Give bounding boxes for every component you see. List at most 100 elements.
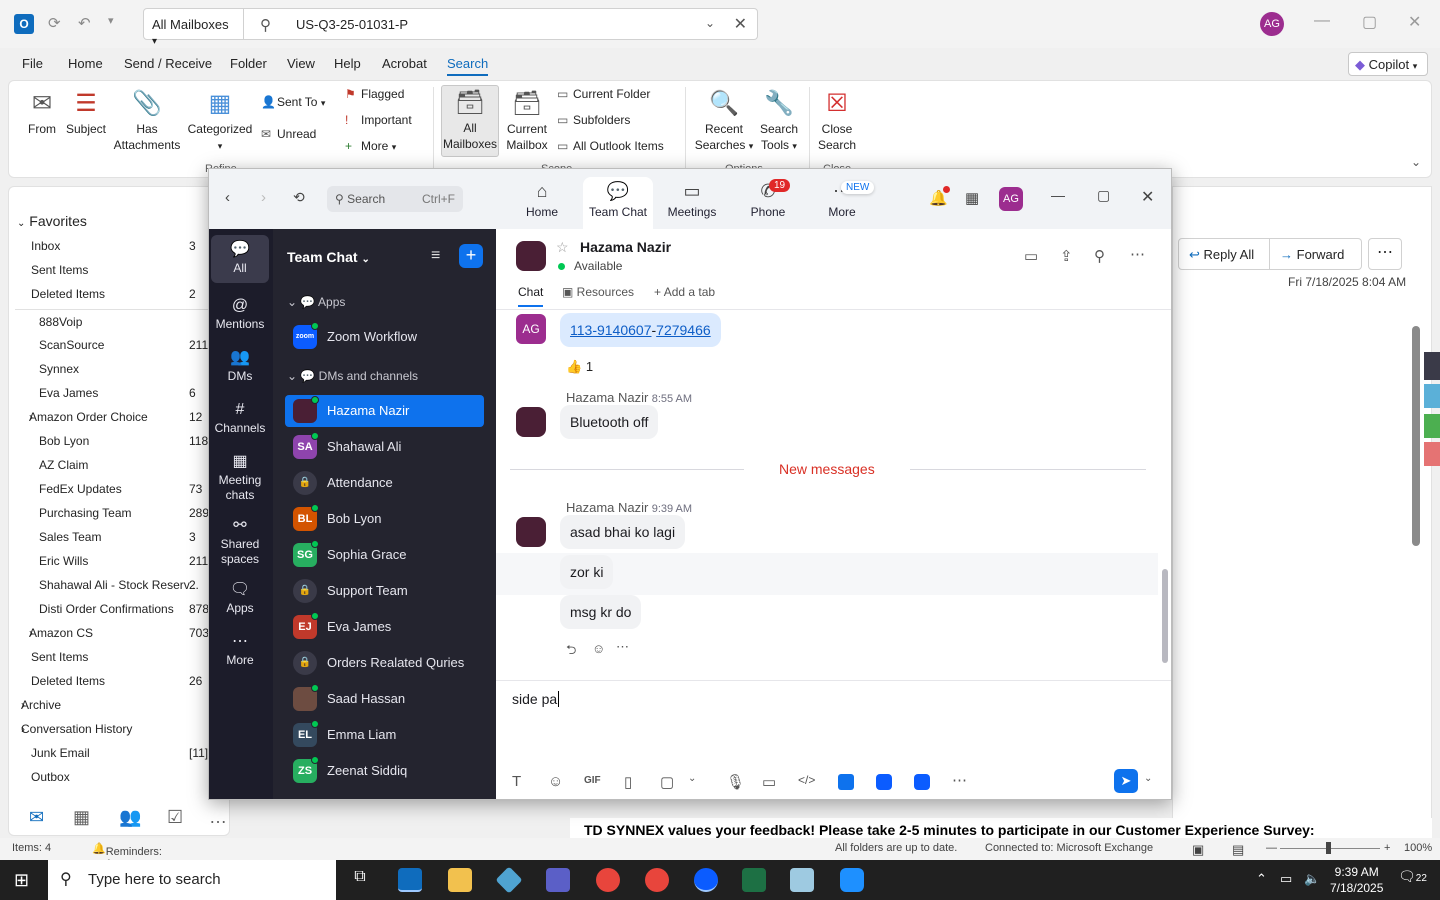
forward-button[interactable]: → Forward xyxy=(1270,238,1362,270)
tab-home[interactable]: Home xyxy=(68,56,103,71)
subject-button[interactable]: ☰ Subject xyxy=(65,87,107,137)
phone-link[interactable]: 7279466 xyxy=(656,322,711,338)
search-tools-button[interactable]: 🔧 Search Tools ▾ xyxy=(757,87,801,154)
send-button[interactable]: ➤ xyxy=(1114,769,1138,793)
folder-item[interactable]: 888Voip xyxy=(39,315,82,329)
share-screen-icon[interactable]: ⇪ xyxy=(1060,247,1073,265)
sent-to-button[interactable]: 👤Sent To ▾ xyxy=(261,95,325,109)
zoom-app-icon[interactable] xyxy=(694,868,718,892)
folder-item[interactable]: Sent Items xyxy=(31,650,88,664)
folder-item[interactable]: AZ Claim xyxy=(39,458,88,472)
maximize-icon[interactable]: ▢ xyxy=(1097,187,1110,204)
video-message-icon[interactable]: ▭ xyxy=(762,773,776,791)
sidebar-item-shared-spaces[interactable]: ⚯ Shared spaces xyxy=(211,511,269,566)
from-button[interactable]: ✉ From xyxy=(23,87,61,137)
microphone-icon[interactable]: 🎙 xyxy=(726,773,745,791)
current-folder-button[interactable]: ▭ Current Folder xyxy=(557,87,650,101)
tab-file[interactable]: File xyxy=(22,56,43,71)
expand-chevron-icon[interactable]: › xyxy=(21,722,25,736)
reaction[interactable]: 👍 1 xyxy=(566,359,593,375)
chat-scrollbar[interactable] xyxy=(1162,569,1168,663)
nav-team-chat[interactable]: 💬 Team Chat xyxy=(583,177,653,229)
zoom-slider-thumb[interactable] xyxy=(1326,842,1331,854)
contact-item[interactable]: 🔒 Support Team xyxy=(285,575,484,607)
file-icon[interactable]: ▯ xyxy=(624,773,632,791)
volume-icon[interactable]: 🔈 xyxy=(1304,871,1320,887)
mail-icon[interactable]: ✉ xyxy=(29,807,44,828)
app-shortcut-icon[interactable] xyxy=(914,774,930,790)
contact-item[interactable]: SG Sophia Grace xyxy=(285,539,484,571)
close-search-button[interactable]: ☒ Close Search xyxy=(815,87,859,153)
search-input[interactable]: US-Q3-25-01031-P xyxy=(296,17,408,32)
folder-item[interactable]: FedEx Updates xyxy=(39,482,122,496)
normal-view-icon[interactable]: ▣ xyxy=(1192,842,1204,858)
mailbox-scope-dropdown[interactable]: All Mailboxes ▾ xyxy=(143,8,244,47)
subfolders-button[interactable]: ▭ Subfolders xyxy=(557,113,630,127)
expand-chevron-icon[interactable]: › xyxy=(29,626,33,640)
chrome-icon[interactable] xyxy=(645,868,669,892)
filter-icon[interactable]: ≡ xyxy=(431,247,440,265)
chevron-down-icon[interactable]: ⌄ xyxy=(688,773,696,784)
sidebar-item-all[interactable]: 💬 All xyxy=(211,235,269,283)
chrome-icon[interactable] xyxy=(596,868,620,892)
zoom-out-icon[interactable]: — xyxy=(1266,842,1277,854)
folder-item[interactable]: Bob Lyon xyxy=(39,434,89,448)
new-chat-button[interactable]: + xyxy=(459,244,483,268)
section-dms[interactable]: ⌄ 💬 DMs and channels xyxy=(287,369,418,383)
close-icon[interactable]: ✕ xyxy=(734,14,747,34)
all-outlook-items-button[interactable]: ▭ All Outlook Items xyxy=(557,139,664,153)
calendar-icon[interactable]: ▦ xyxy=(73,807,90,828)
favorites-header[interactable]: ⌄ Favorites xyxy=(17,213,87,229)
avatar[interactable]: AG xyxy=(999,187,1023,211)
sender-name[interactable]: Hazama Nazir xyxy=(566,390,648,405)
tab-search[interactable]: Search xyxy=(447,56,489,76)
folder-item[interactable]: Deleted Items xyxy=(31,674,105,688)
folder-item[interactable]: Deleted Items xyxy=(31,287,105,301)
expand-chevron-icon[interactable]: › xyxy=(29,410,33,424)
excel-icon[interactable] xyxy=(742,868,766,892)
tray-chevron-icon[interactable]: ⌃ xyxy=(1256,871,1267,887)
sidebar-item-dms[interactable]: 👥 DMs xyxy=(211,343,269,389)
chat-avatar[interactable] xyxy=(516,241,546,271)
task-view-icon[interactable]: ⧉ xyxy=(348,868,372,892)
tab-acrobat[interactable]: Acrobat xyxy=(382,56,427,71)
star-icon[interactable]: ☆ xyxy=(556,239,569,256)
people-icon[interactable]: 👥 xyxy=(119,807,141,828)
tab-send-receive[interactable]: Send / Receive xyxy=(124,56,212,71)
sidebar-item-apps[interactable]: 🗨 Apps xyxy=(211,575,269,621)
folder-item[interactable]: Junk Email xyxy=(31,746,90,760)
taskbar-search[interactable]: ⚲ Type here to search xyxy=(48,860,336,900)
chat-contact-name[interactable]: Hazama Nazir xyxy=(580,239,671,255)
folder-item[interactable]: Inbox xyxy=(31,239,60,253)
contact-item[interactable]: Hazama Nazir xyxy=(285,395,484,427)
tab-folder[interactable]: Folder xyxy=(230,56,267,71)
reading-scrollbar[interactable] xyxy=(1412,326,1420,546)
history-icon[interactable]: ⟲ xyxy=(293,189,305,206)
contact-item[interactable]: 🔒 Orders Realated Quries xyxy=(285,647,484,679)
format-text-icon[interactable]: T xyxy=(512,773,521,790)
close-window-icon[interactable]: ✕ xyxy=(1408,12,1421,32)
emoji-icon[interactable]: ☺ xyxy=(548,773,563,790)
send-options-icon[interactable]: ⌄ xyxy=(1144,773,1152,784)
folder-item[interactable]: Archive xyxy=(21,698,61,712)
contact-item[interactable]: zoom Zoom Workflow xyxy=(285,321,484,353)
sidebar-item-meeting-chats[interactable]: ▦ Meeting chats xyxy=(211,447,269,502)
compose-input[interactable]: side pa xyxy=(512,691,560,707)
contact-item[interactable]: BL Bob Lyon xyxy=(285,503,484,535)
calendar-icon[interactable]: ▦ xyxy=(965,189,979,207)
network-icon[interactable]: ▭ xyxy=(1280,871,1292,887)
zoom-in-icon[interactable]: + xyxy=(1384,842,1390,854)
sidebar-item-mentions[interactable]: @ Mentions xyxy=(211,291,269,337)
message-bubble[interactable]: asad bhai ko lagi xyxy=(560,515,686,549)
categorized-button[interactable]: ▦ Categorized ▾ xyxy=(185,87,255,154)
sender-avatar[interactable] xyxy=(516,407,546,437)
folder-item[interactable]: Amazon CS xyxy=(29,626,93,640)
minimize-icon[interactable]: — xyxy=(1051,187,1065,203)
notifications-icon[interactable]: 🗨22 xyxy=(1398,868,1427,885)
current-mailbox-button[interactable]: 🗃 Current Mailbox xyxy=(503,87,551,153)
more-button[interactable]: + More ▾ xyxy=(345,139,396,153)
back-icon[interactable]: ‹ xyxy=(225,189,230,206)
message-bubble[interactable]: 113-9140607-7279466 xyxy=(560,313,721,347)
folder-item[interactable]: ScanSource xyxy=(39,338,104,352)
more-options-icon[interactable]: ⋯ xyxy=(1130,245,1145,263)
